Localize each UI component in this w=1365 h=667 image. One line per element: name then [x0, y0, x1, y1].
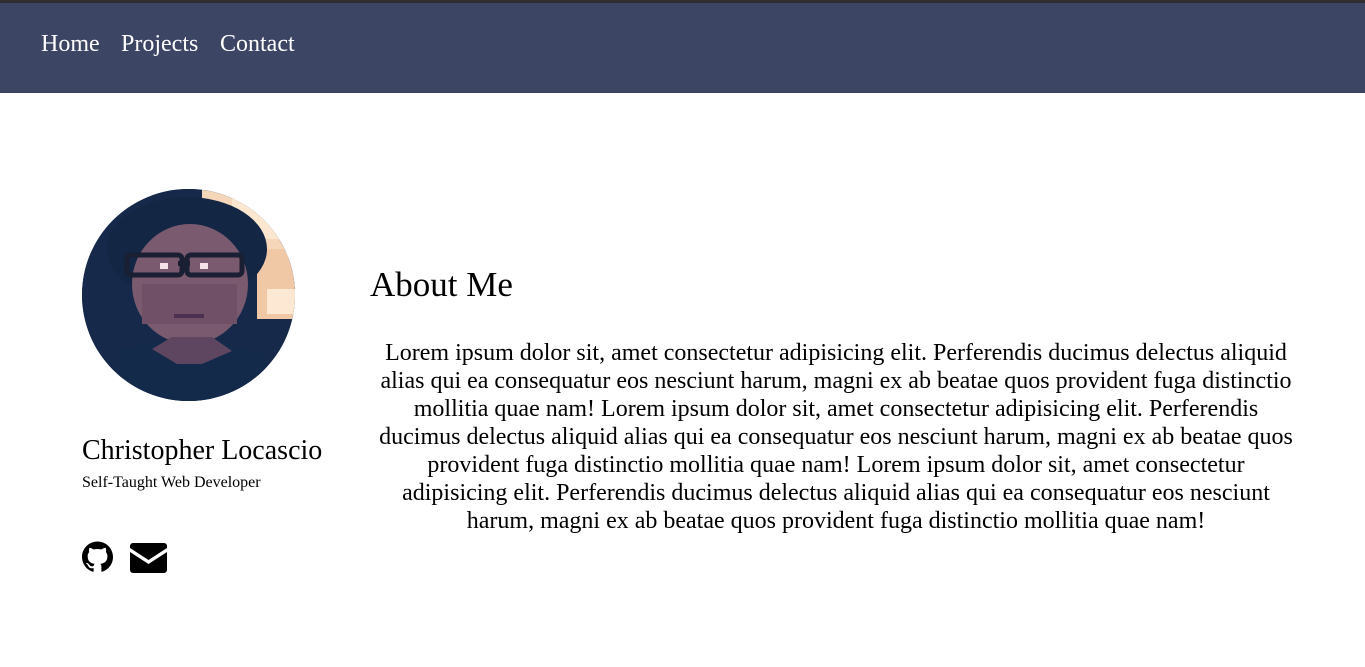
nav-home-link[interactable]: Home — [41, 29, 100, 59]
nav-projects-link[interactable]: Projects — [121, 29, 198, 59]
about-heading: About Me — [370, 265, 513, 304]
profile-photo — [82, 189, 295, 401]
about-paragraph: Lorem ipsum dolor sit, amet consectetur … — [379, 340, 1293, 534]
profile-role: Self-Taught Web Developer — [82, 474, 261, 491]
envelope-icon[interactable] — [130, 543, 167, 573]
navbar: Home Projects Contact — [0, 3, 1365, 93]
nav-contact-link[interactable]: Contact — [220, 29, 295, 59]
profile-name: Christopher Locascio — [82, 435, 323, 466]
github-icon[interactable] — [82, 541, 113, 573]
